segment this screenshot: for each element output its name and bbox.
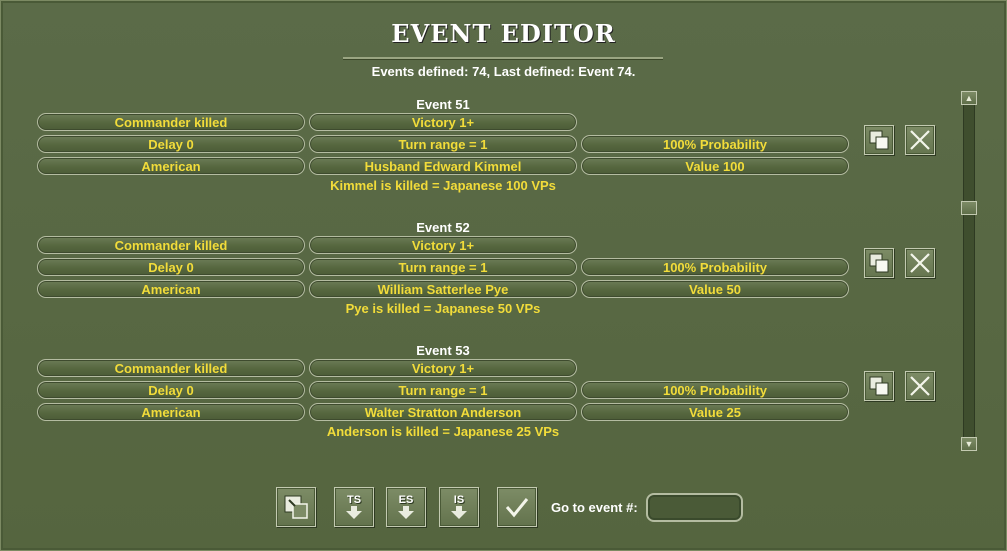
probability-button[interactable]: 100% Probability <box>581 258 849 276</box>
arrow-down-icon <box>451 505 467 519</box>
title-divider <box>343 57 663 60</box>
event-editor-window: EVENT EDITOR Events defined: 74, Last de… <box>0 0 1007 551</box>
victory-button[interactable]: Victory 1+ <box>309 359 577 377</box>
event-description: Anderson is killed = Japanese 25 VPs <box>326 424 560 439</box>
confirm-button[interactable] <box>497 487 537 527</box>
event-title: Event 52 <box>416 220 470 235</box>
event-title: Event 51 <box>416 97 470 112</box>
delete-event-button[interactable] <box>905 125 935 155</box>
delete-event-button[interactable] <box>905 371 935 401</box>
copy-event-button[interactable] <box>864 371 894 401</box>
page-title: EVENT EDITOR <box>391 19 616 48</box>
copy-event-button[interactable] <box>864 125 894 155</box>
turn-range-button[interactable]: Turn range = 1 <box>309 135 577 153</box>
arrow-up-icon: ▲ <box>964 93 974 103</box>
value-button[interactable]: Value 25 <box>581 403 849 421</box>
new-event-button[interactable] <box>276 487 316 527</box>
side-button[interactable]: American <box>37 157 305 175</box>
event-type-button[interactable]: Commander killed <box>37 359 305 377</box>
victory-button[interactable]: Victory 1+ <box>309 236 577 254</box>
copy-icon <box>869 376 889 396</box>
ts-label: TS <box>346 493 362 506</box>
delete-event-button[interactable] <box>905 248 935 278</box>
arrow-down-icon <box>346 505 362 519</box>
close-icon <box>910 376 930 396</box>
scroll-up-button[interactable]: ▲ <box>961 91 977 105</box>
copy-icon <box>869 130 889 150</box>
ts-button[interactable]: TS <box>334 487 374 527</box>
turn-range-button[interactable]: Turn range = 1 <box>309 381 577 399</box>
scroll-down-button[interactable]: ▼ <box>961 437 977 451</box>
value-button[interactable]: Value 100 <box>581 157 849 175</box>
side-button[interactable]: American <box>37 403 305 421</box>
copy-icon <box>869 253 889 273</box>
is-label: IS <box>453 493 465 506</box>
close-icon <box>910 253 930 273</box>
checkmark-icon <box>505 498 529 518</box>
event-type-button[interactable]: Commander killed <box>37 236 305 254</box>
arrow-down-icon <box>398 505 414 519</box>
turn-range-button[interactable]: Turn range = 1 <box>309 258 577 276</box>
es-button[interactable]: ES <box>386 487 426 527</box>
commander-button[interactable]: Husband Edward Kimmel <box>309 157 577 175</box>
events-summary: Events defined: 74, Last defined: Event … <box>371 64 636 79</box>
event-description: Pye is killed = Japanese 50 VPs <box>345 301 541 316</box>
commander-button[interactable]: William Satterlee Pye <box>309 280 577 298</box>
event-type-button[interactable]: Commander killed <box>37 113 305 131</box>
event-description: Kimmel is killed = Japanese 100 VPs <box>330 178 556 193</box>
copy-event-button[interactable] <box>864 248 894 278</box>
delay-button[interactable]: Delay 0 <box>37 258 305 276</box>
event-title: Event 53 <box>416 343 470 358</box>
es-label: ES <box>398 493 414 506</box>
is-button[interactable]: IS <box>439 487 479 527</box>
delay-button[interactable]: Delay 0 <box>37 381 305 399</box>
new-event-icon <box>284 495 308 519</box>
probability-button[interactable]: 100% Probability <box>581 381 849 399</box>
victory-button[interactable]: Victory 1+ <box>309 113 577 131</box>
delay-button[interactable]: Delay 0 <box>37 135 305 153</box>
close-icon <box>910 130 930 150</box>
goto-event-label: Go to event #: <box>551 500 638 515</box>
goto-event-input[interactable] <box>646 493 743 522</box>
probability-button[interactable]: 100% Probability <box>581 135 849 153</box>
event-list-scrollbar[interactable] <box>963 91 975 451</box>
side-button[interactable]: American <box>37 280 305 298</box>
value-button[interactable]: Value 50 <box>581 280 849 298</box>
arrow-down-icon: ▼ <box>964 439 974 449</box>
commander-button[interactable]: Walter Stratton Anderson <box>309 403 577 421</box>
scroll-thumb[interactable] <box>961 201 977 215</box>
